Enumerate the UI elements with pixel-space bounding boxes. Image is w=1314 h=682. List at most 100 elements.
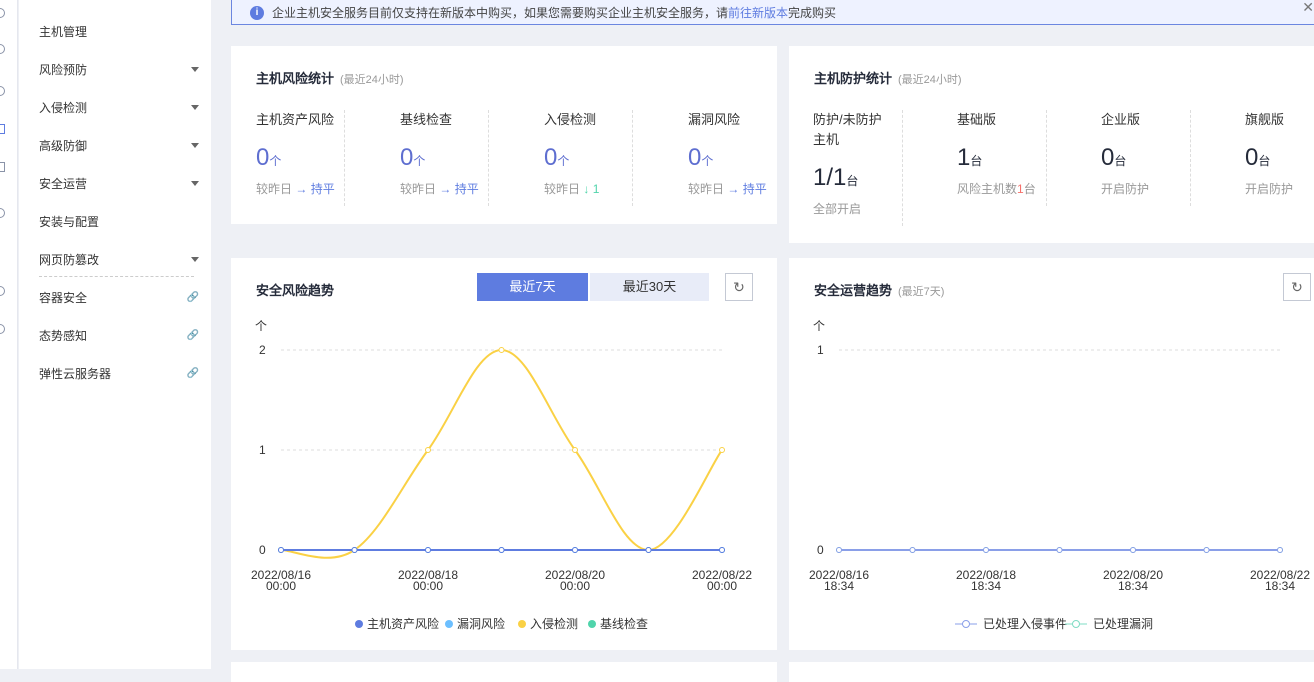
trend-arrow-icon: ↓ <box>583 182 590 196</box>
caret-down-icon <box>191 66 199 72</box>
sidebar-item[interactable]: 态势感知 🔗 <box>39 325 199 345</box>
nav-icon[interactable] <box>0 86 5 96</box>
sidebar-item-label: 高级防御 <box>39 138 88 153</box>
external-link-icon: 🔗 <box>186 329 199 341</box>
sidebar-item[interactable]: 风险预防 <box>39 59 199 79</box>
sidebar-item-label: 入侵检测 <box>39 100 88 115</box>
sidebar-item[interactable]: 安全运营 <box>39 173 199 193</box>
tab-30-days[interactable]: 最近30天 <box>590 273 709 301</box>
compare-label: 较昨日 <box>400 182 437 196</box>
nav-icon[interactable] <box>0 124 5 134</box>
enable-protection-link[interactable]: 开启防护 <box>1101 180 1245 197</box>
divider <box>1046 110 1047 206</box>
divider <box>902 110 903 226</box>
compare-label: 较昨日 <box>544 182 581 196</box>
protect-stat: 企业版 0台开启防护 <box>1101 110 1245 206</box>
stat-label: 主机资产风险 <box>256 112 335 127</box>
stat-value[interactable]: 0个 <box>400 144 544 172</box>
risk-trend-title: 安全风险趋势 <box>256 283 335 298</box>
stat-label: 入侵检测 <box>544 112 597 127</box>
protect-stat: 基础版 1台 风险主机数1台 <box>957 110 1101 206</box>
sidebar-item-label: 网页防篡改 <box>39 252 100 267</box>
nav-icon[interactable] <box>0 8 5 18</box>
stat-value: 1台 <box>957 144 983 171</box>
nav-icon[interactable] <box>0 208 5 218</box>
sidebar-item[interactable]: 高级防御 <box>39 135 199 155</box>
notice-banner: i 企业主机安全服务目前仅支持在新版本中购买，如果您需要购买企业主机安全服务，请… <box>231 0 1314 25</box>
info-icon: i <box>250 5 264 20</box>
nav-icon[interactable] <box>0 324 5 334</box>
sidebar-item-label: 弹性云服务器 <box>39 366 112 381</box>
caret-down-icon <box>191 256 199 262</box>
risk-stat: 主机资产风险 0个 较昨日 → 持平 <box>256 110 400 206</box>
tab-7-days[interactable]: 最近7天 <box>477 273 588 301</box>
icon-strip <box>0 0 18 669</box>
close-icon[interactable]: ✕ <box>1302 0 1314 16</box>
notice-text: 企业主机安全服务目前仅支持在新版本中购买，如果您需要购买企业主机安全服务，请 <box>272 6 729 20</box>
stat-label: 基线检查 <box>400 112 453 127</box>
notice-suffix: 完成购买 <box>788 6 837 20</box>
sidebar-item-label: 主机管理 <box>39 24 88 39</box>
sidebar-item[interactable]: 容器安全 🔗 <box>39 287 199 307</box>
protect-stat: 防护/未防护主机 1/1台全部开启 <box>813 110 957 216</box>
protect-stats-card: 主机防护统计 (最近24小时) 防护/未防护主机 1/1台 全部开启 基础版 1台 风险… <box>789 46 1314 243</box>
caret-down-icon <box>191 180 199 186</box>
risk-host-note: 风险主机数1台 <box>957 182 1036 196</box>
enable-protection-link[interactable]: 开启防护 <box>1245 180 1314 197</box>
stat-label: 防护/未防护主机 <box>813 112 882 147</box>
sidebar: 主机管理风险预防入侵检测高级防御安全运营安装与配置网页防篡改容器安全 🔗 态势感知 🔗… <box>19 0 211 669</box>
nav-icon[interactable] <box>0 162 5 172</box>
risk-stats-title: 主机风险统计 (最近24小时) <box>256 71 404 86</box>
stat-label: 企业版 <box>1101 112 1141 127</box>
sidebar-item-label: 容器安全 <box>39 290 88 305</box>
protect-stats-title: 主机防护统计 (最近24小时) <box>814 71 962 86</box>
stat-label: 旗舰版 <box>1245 112 1285 127</box>
stat-value: 0台 <box>1101 144 1127 171</box>
nav-icon[interactable] <box>0 44 5 54</box>
card-bottom-left <box>231 662 777 682</box>
risk-stat: 入侵检测 0个 较昨日 ↓ 1 <box>544 110 688 206</box>
sidebar-item[interactable]: 弹性云服务器 🔗 <box>39 363 199 383</box>
caret-down-icon <box>191 142 199 148</box>
stat-value[interactable]: 0个 <box>256 144 400 172</box>
sidebar-item[interactable]: 网页防篡改 <box>39 249 199 269</box>
caret-down-icon <box>191 104 199 110</box>
stat-value: 1/1台 <box>813 164 859 191</box>
trend-arrow-icon: → <box>295 182 308 196</box>
card-bottom-right <box>789 662 1314 682</box>
external-link-icon: 🔗 <box>186 367 199 379</box>
compare-delta: 持平 <box>454 182 479 196</box>
sidebar-item-label: 风险预防 <box>39 62 88 77</box>
sidebar-item[interactable]: 入侵检测 <box>39 97 199 117</box>
ops-trend-card: 安全运营趋势 (最近7天) ↻ <box>789 258 1314 650</box>
compare-label: 较昨日 <box>688 182 725 196</box>
external-link-icon: 🔗 <box>186 291 199 303</box>
compare-delta: 持平 <box>742 182 767 196</box>
divider <box>1190 110 1191 206</box>
risk-stats-card: 主机风险统计 (最近24小时) 主机资产风险 0个 较昨日 → 持平 基线检查 0个… <box>231 46 777 224</box>
stat-value: 0台 <box>1245 144 1271 171</box>
sidebar-item[interactable]: 主机管理 <box>39 21 199 41</box>
nav-icon[interactable] <box>0 286 5 296</box>
risk-trend-card: 安全风险趋势 最近7天 最近30天 ↻ <box>231 258 777 650</box>
divider <box>39 276 194 277</box>
refresh-button[interactable]: ↻ <box>725 273 753 301</box>
enable-protection-link[interactable]: 全部开启 <box>813 200 957 217</box>
risk-stat: 基线检查 0个 较昨日 → 持平 <box>400 110 544 206</box>
trend-arrow-icon: → <box>727 182 740 196</box>
divider <box>488 110 489 206</box>
sidebar-item-label: 态势感知 <box>39 328 88 343</box>
protect-stat: 旗舰版 0台开启防护 <box>1245 110 1314 206</box>
refresh-button[interactable]: ↻ <box>1283 273 1311 301</box>
sidebar-item[interactable]: 安装与配置 <box>39 211 199 231</box>
compare-label: 较昨日 <box>256 182 293 196</box>
trend-arrow-icon: → <box>439 182 452 196</box>
ops-trend-title: 安全运营趋势 (最近7天) <box>814 283 945 298</box>
stat-value[interactable]: 0个 <box>544 144 688 172</box>
compare-delta: 1 <box>592 182 600 196</box>
divider <box>344 110 345 206</box>
sidebar-item-label: 安装与配置 <box>39 214 100 229</box>
new-version-link[interactable]: 前往新版本 <box>728 4 788 21</box>
sidebar-item-label: 安全运营 <box>39 176 88 191</box>
divider <box>632 110 633 206</box>
